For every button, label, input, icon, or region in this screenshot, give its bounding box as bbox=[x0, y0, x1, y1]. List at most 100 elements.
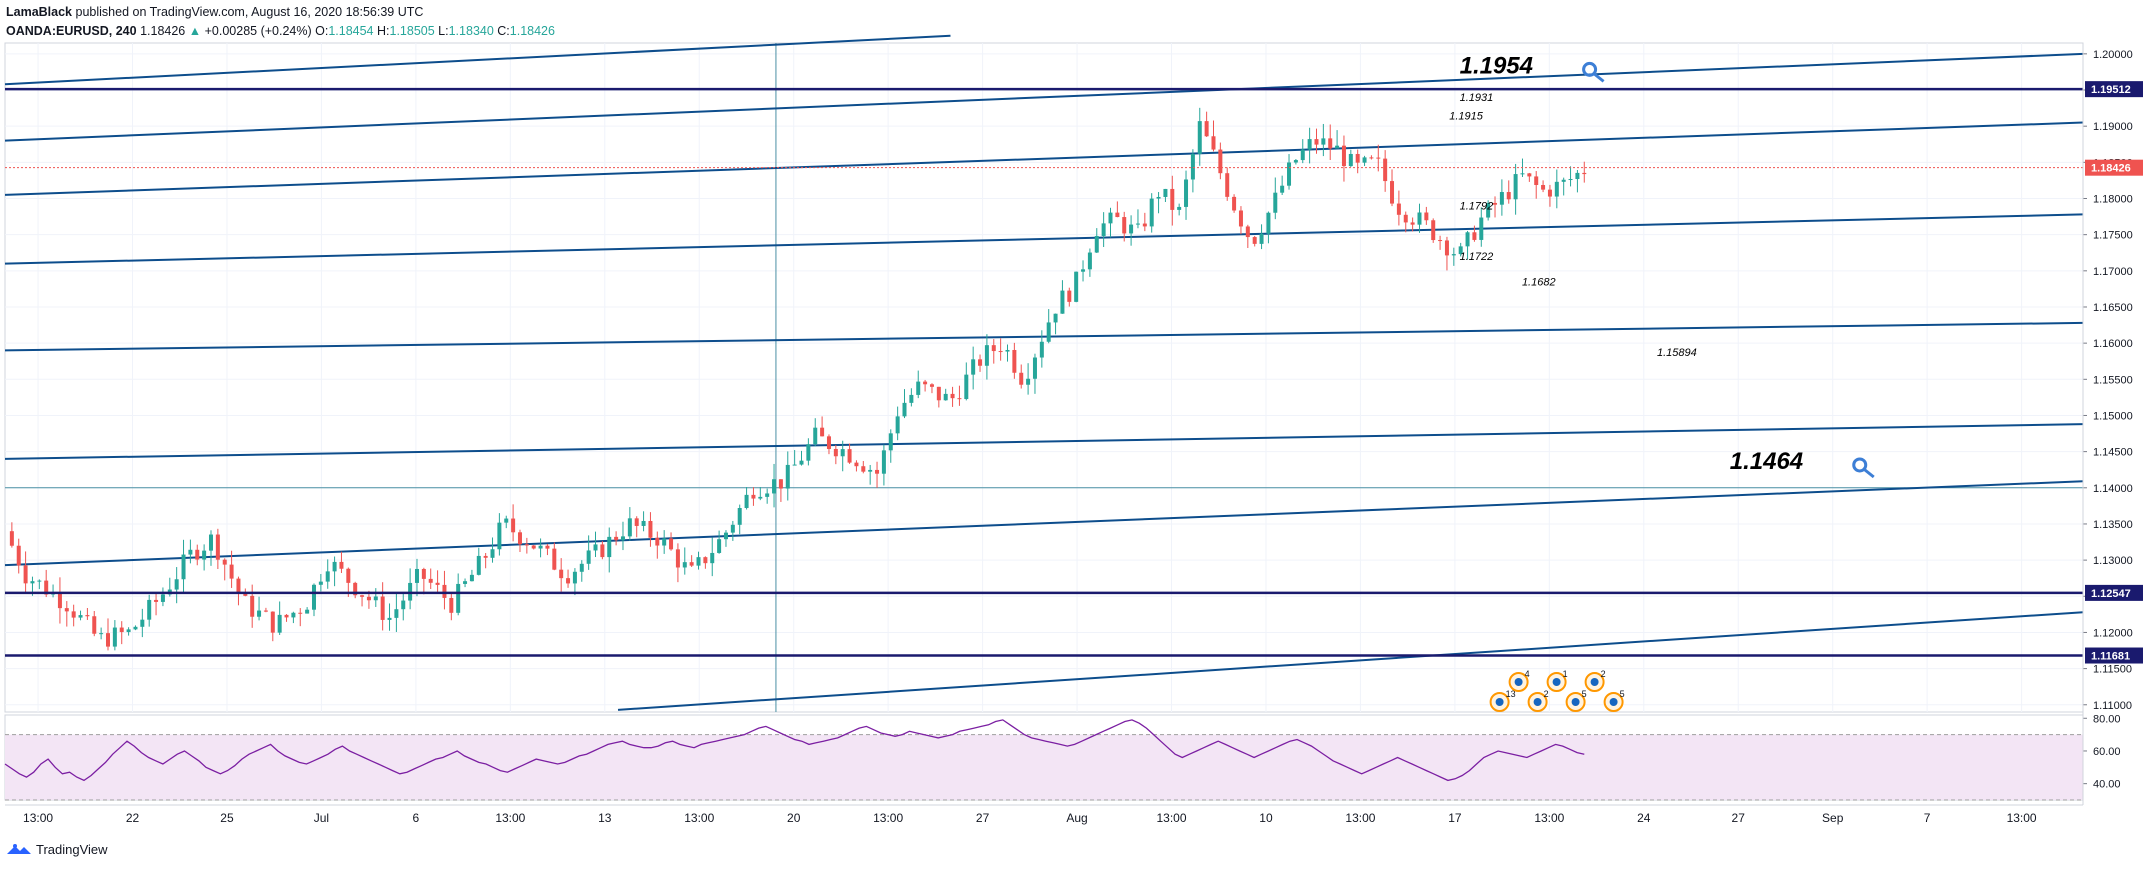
candle-body bbox=[257, 610, 262, 617]
candle-body bbox=[1561, 179, 1566, 182]
brand-name: TradingView bbox=[36, 842, 108, 857]
x-tick-label: 13 bbox=[598, 811, 612, 825]
x-tick-label: 27 bbox=[1732, 811, 1746, 825]
candle-body bbox=[1355, 153, 1360, 163]
candle-body bbox=[669, 538, 674, 550]
candle-body bbox=[813, 427, 818, 445]
candle-body bbox=[1115, 212, 1120, 218]
candle-body bbox=[1390, 181, 1395, 204]
candle-body bbox=[456, 583, 461, 613]
candle-body bbox=[579, 563, 584, 572]
x-tick-label: 13:00 bbox=[1345, 811, 1375, 825]
annotation-small: 1.1792 bbox=[1460, 200, 1494, 212]
candle-body bbox=[1369, 157, 1374, 159]
candle-body bbox=[222, 559, 227, 565]
candle-body bbox=[250, 595, 255, 617]
candle-body bbox=[1541, 185, 1546, 190]
event-badge-count: 4 bbox=[1525, 669, 1530, 679]
x-tick-label: 17 bbox=[1448, 811, 1462, 825]
y-tick-label: 1.13500 bbox=[2093, 519, 2133, 531]
candle-body bbox=[1149, 198, 1154, 227]
candle-body bbox=[394, 609, 399, 618]
candle-body bbox=[1403, 214, 1408, 223]
candle-body bbox=[1039, 341, 1044, 358]
candle-body bbox=[291, 612, 296, 618]
candle-body bbox=[730, 524, 735, 533]
candle-body bbox=[1087, 252, 1092, 270]
level-price-label: 1.11681 bbox=[2091, 651, 2130, 663]
x-tick-label: Jul bbox=[314, 811, 329, 825]
candle-body bbox=[517, 532, 522, 545]
candle-body bbox=[1218, 149, 1223, 174]
y-tick-label: 1.12000 bbox=[2093, 627, 2133, 639]
candle-body bbox=[360, 595, 365, 597]
candle-body bbox=[538, 545, 543, 549]
candle-body bbox=[229, 564, 234, 579]
candle-body bbox=[16, 545, 21, 566]
x-tick-label: 6 bbox=[413, 811, 420, 825]
candle-body bbox=[30, 581, 35, 584]
candle-body bbox=[1314, 139, 1319, 145]
event-badge-count: 2 bbox=[1544, 689, 1549, 699]
candle-body bbox=[195, 549, 200, 560]
x-tick-label: 10 bbox=[1259, 811, 1273, 825]
candle-body bbox=[57, 592, 62, 609]
candle-body bbox=[1177, 206, 1182, 210]
price-chart[interactable]: 1.200001.195001.190001.185001.180001.175… bbox=[0, 0, 2151, 870]
candle-body bbox=[147, 599, 152, 620]
candle-body bbox=[1053, 313, 1058, 323]
candle-body bbox=[208, 534, 213, 551]
candle-body bbox=[1321, 138, 1326, 145]
y-tick-label: 1.16000 bbox=[2093, 338, 2133, 350]
candle-body bbox=[305, 609, 310, 614]
y-tick-label: 1.16500 bbox=[2093, 302, 2133, 314]
candle-body bbox=[483, 555, 488, 558]
candle-body bbox=[710, 552, 715, 564]
candle-body bbox=[1225, 173, 1230, 197]
y-tick-label: 1.17000 bbox=[2093, 266, 2133, 278]
candle-body bbox=[1280, 185, 1285, 193]
candle-body bbox=[607, 536, 612, 558]
candle-body bbox=[655, 537, 660, 546]
candle-body bbox=[696, 557, 701, 566]
candle-body bbox=[463, 581, 468, 584]
candle-body bbox=[1410, 222, 1415, 225]
x-tick-label: 13:00 bbox=[23, 811, 53, 825]
event-badge-count: 5 bbox=[1582, 689, 1587, 699]
candle-body bbox=[1554, 181, 1559, 197]
candle-body bbox=[414, 568, 419, 583]
candle-body bbox=[1493, 202, 1498, 205]
candle-body bbox=[717, 539, 722, 553]
candle-body bbox=[916, 381, 921, 395]
candle-body bbox=[1300, 149, 1305, 161]
candle-body bbox=[566, 578, 571, 584]
candle-body bbox=[751, 494, 756, 499]
x-tick-label: 7 bbox=[1924, 811, 1931, 825]
candle-body bbox=[1101, 223, 1106, 236]
candle-body bbox=[991, 345, 996, 352]
candle-body bbox=[442, 584, 447, 598]
event-badge-icon bbox=[1514, 678, 1523, 686]
candle-body bbox=[627, 518, 632, 537]
candle-body bbox=[1238, 210, 1243, 227]
candle-body bbox=[600, 544, 605, 558]
x-tick-label: 22 bbox=[126, 811, 140, 825]
candle-body bbox=[1451, 254, 1456, 256]
candle-body bbox=[449, 597, 454, 613]
candle-body bbox=[1005, 349, 1010, 352]
y-tick-label: 1.13000 bbox=[2093, 555, 2133, 567]
y-tick-label: 1.18000 bbox=[2093, 193, 2133, 205]
candle-body bbox=[1287, 162, 1292, 186]
candle-body bbox=[119, 627, 124, 633]
candle-body bbox=[929, 384, 934, 387]
candle-body bbox=[785, 464, 790, 489]
candle-body bbox=[421, 568, 426, 579]
candle-body bbox=[634, 518, 639, 526]
candle-body bbox=[1135, 223, 1140, 225]
event-badge-count: 5 bbox=[1620, 689, 1625, 699]
candle-body bbox=[1019, 372, 1024, 385]
candle-body bbox=[23, 565, 28, 584]
candle-body bbox=[64, 608, 69, 612]
candle-body bbox=[1259, 233, 1264, 244]
candle-body bbox=[1568, 179, 1573, 181]
